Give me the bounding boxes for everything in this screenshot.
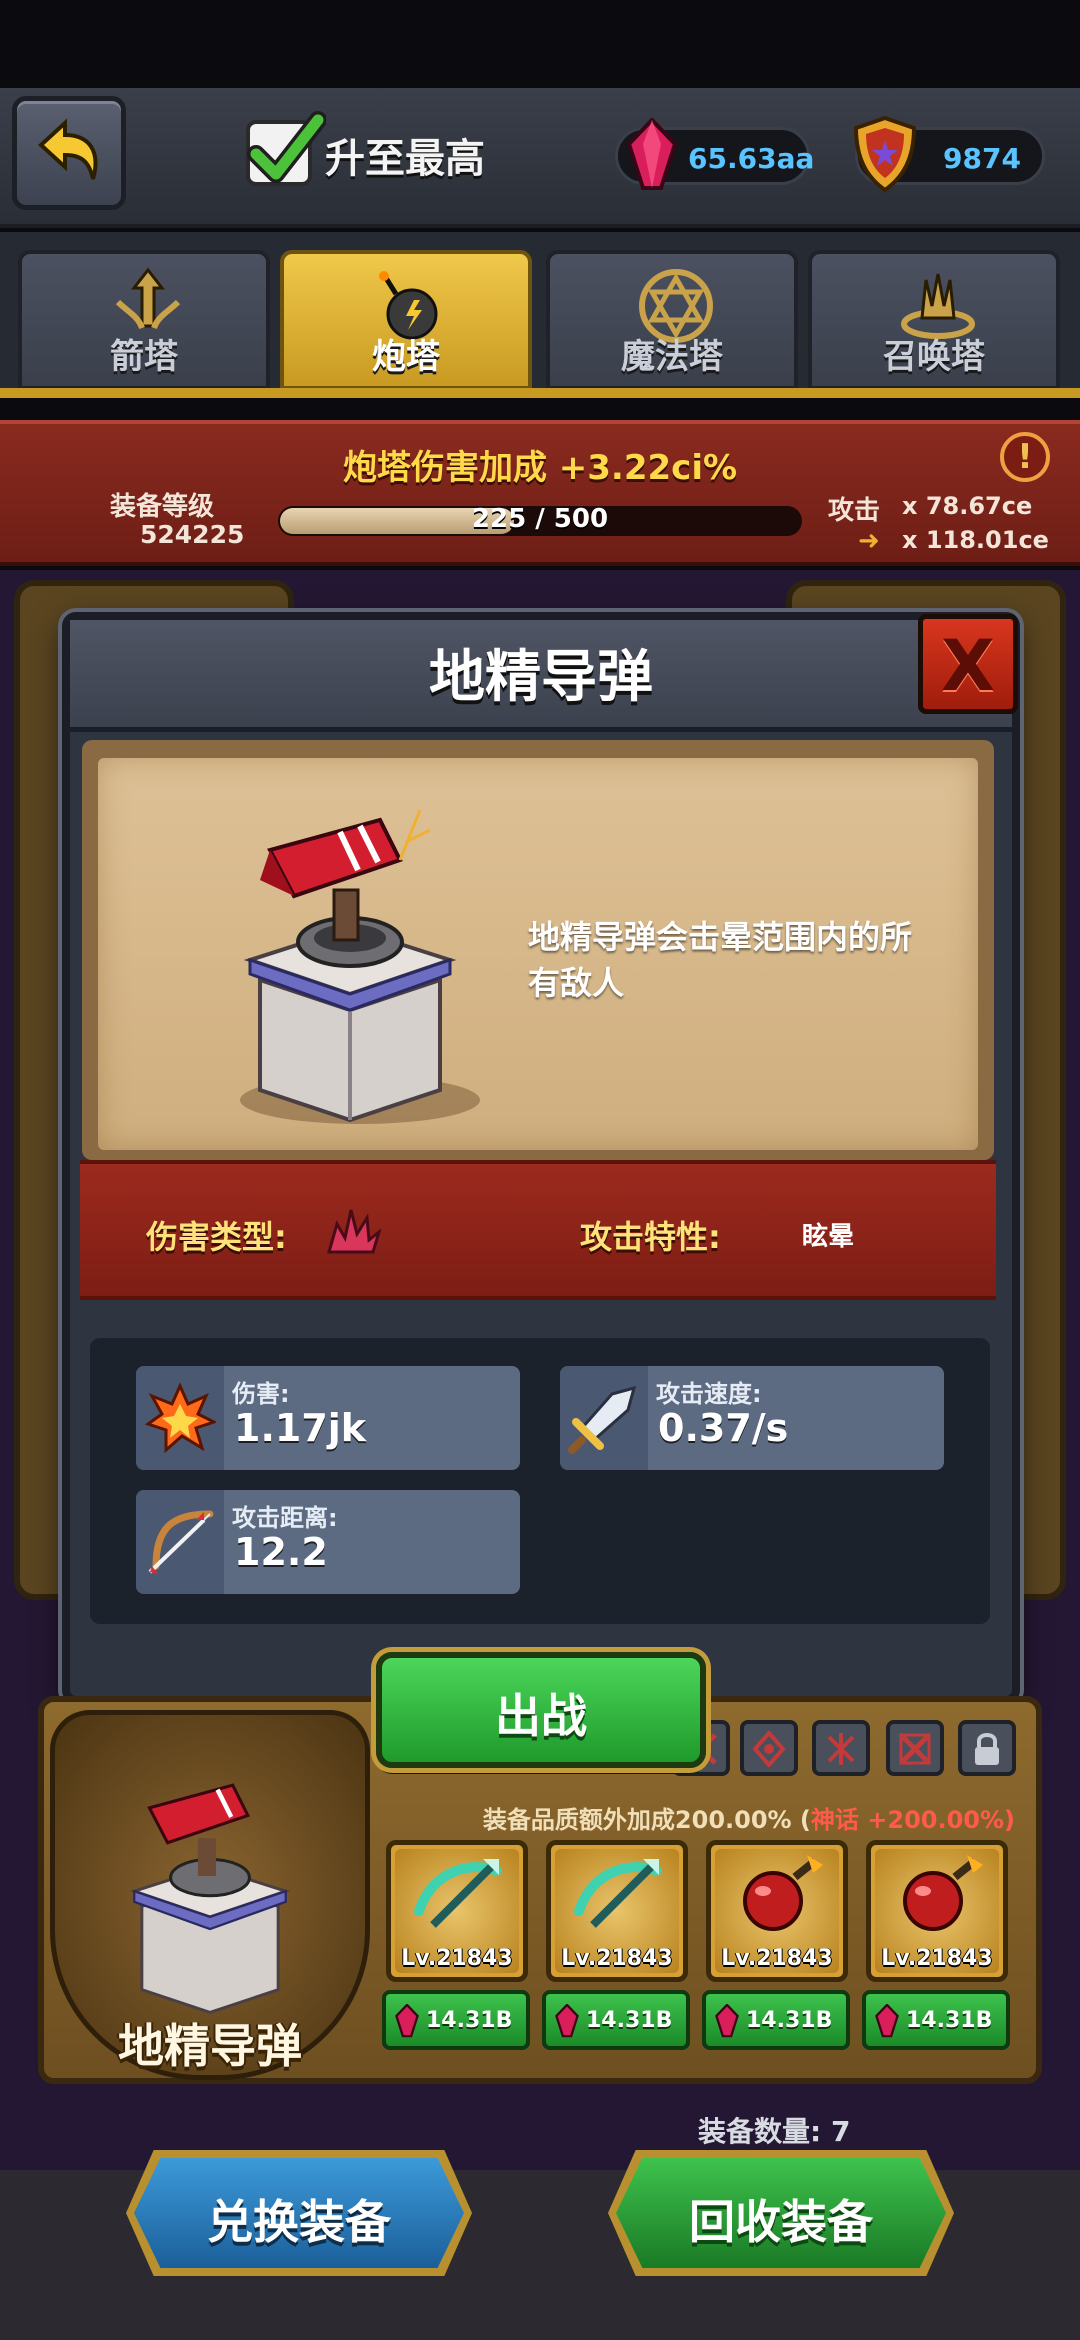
attack-next-value: x 118.01ce <box>902 526 1049 554</box>
tab-label: 炮塔 <box>372 337 440 377</box>
rune-icon <box>827 1733 855 1765</box>
price-value: 14.31B <box>906 2008 993 2033</box>
quality-bonus-text: 装备品质额外加成200.00% (神话 +200.00%) <box>375 1800 1015 1835</box>
green-crossbow-icon <box>574 1859 662 1928</box>
quality-bonus-prefix: 装备品质额外加成200.00% ( <box>482 1806 811 1834</box>
stat-icon-box <box>136 1366 224 1470</box>
bow-icon <box>148 1510 214 1574</box>
tab-magic-tower[interactable]: 魔法塔 <box>546 250 798 390</box>
stat-label: 伤害: <box>232 1380 290 1408</box>
tower-name: 地精导弹 <box>118 2019 302 2073</box>
equipment-item[interactable]: Lv.21843 <box>546 1840 688 1982</box>
stat-value: 0.37/s <box>658 1406 789 1450</box>
stat-attack-range: 攻击距离: 12.2 <box>136 1490 520 1594</box>
tower-description: 地精导弹会击晕范围内的所有敌人 <box>528 918 913 1002</box>
equipment-count: 装备数量: 7 <box>698 2115 851 2148</box>
deploy-label: 出战 <box>495 1689 587 1743</box>
recycle-label: 回收装备 <box>689 2195 873 2249</box>
price-value: 14.31B <box>426 2008 513 2033</box>
upgrade-price-button[interactable]: 14.31B <box>542 1990 690 2050</box>
rune-icon <box>752 1731 786 1767</box>
equip-level-label: 装备等级 <box>110 492 215 522</box>
rune-slot[interactable] <box>812 1720 870 1776</box>
equipment-level: Lv.21843 <box>881 1946 993 1971</box>
tab-underline <box>0 388 1080 398</box>
close-button[interactable]: X <box>918 614 1018 714</box>
upgrade-price-button[interactable]: 14.31B <box>382 1990 530 2050</box>
stat-label: 攻击距离: <box>232 1504 338 1532</box>
undo-arrow-icon <box>38 118 98 180</box>
equipment-level: Lv.21843 <box>561 1946 673 1971</box>
rune-icon <box>899 1733 931 1765</box>
stat-attack-speed: 攻击速度: 0.37/s <box>560 1366 944 1470</box>
damage-type-label: 伤害类型: <box>146 1218 287 1256</box>
locked-slot[interactable] <box>958 1720 1016 1776</box>
green-crossbow-icon <box>414 1859 502 1928</box>
shield-icon <box>853 115 917 193</box>
equipment-item[interactable]: Lv.21843 <box>386 1840 528 1982</box>
goblin-missile-tower-image <box>240 809 480 1124</box>
ruby-gem-icon <box>715 2004 739 2038</box>
ruby-gem-icon <box>395 2004 419 2038</box>
price-value: 14.31B <box>586 2008 673 2033</box>
upgrade-max-checkbox[interactable] <box>246 111 326 186</box>
tab-arrow-tower[interactable]: 箭塔 <box>18 250 270 390</box>
ruby-gem-icon <box>555 2004 579 2038</box>
quality-bonus-highlight: 神话 +200.00% <box>810 1806 1005 1834</box>
tab-label: 召唤塔 <box>883 337 985 377</box>
modal-title: 地精导弹 <box>429 645 653 710</box>
ruby-gem-icon <box>875 2004 899 2038</box>
stat-label: 攻击速度: <box>656 1380 762 1408</box>
stat-value: 12.2 <box>234 1530 328 1574</box>
sword-icon <box>568 1385 637 1454</box>
shield-amount: 9874 <box>943 142 1021 175</box>
level-progress-text: 225 / 500 <box>471 504 609 534</box>
tab-label: 魔法塔 <box>621 337 723 377</box>
ruby-gem-icon <box>626 118 678 190</box>
lock-icon <box>975 1733 999 1765</box>
goblin-missile-tower-image <box>129 1783 291 2015</box>
stat-icon-box <box>136 1490 224 1594</box>
equip-level-value: 524225 <box>140 520 245 549</box>
quality-bonus-suffix: ) <box>1004 1806 1015 1834</box>
attack-trait-label: 攻击特性: <box>580 1218 721 1256</box>
rune-slot[interactable] <box>886 1720 944 1776</box>
exchange-label: 兑换装备 <box>207 2195 391 2249</box>
exchange-equipment-button[interactable]: 兑换装备 <box>134 2158 464 2268</box>
stat-damage: 伤害: 1.17jk <box>136 1366 520 1470</box>
gem-amount: 65.63aa <box>688 142 815 175</box>
checkmark-icon <box>247 111 326 183</box>
close-icon: X <box>941 625 995 707</box>
attack-label: 攻击 <box>828 496 881 526</box>
fire-explosion-icon <box>144 1382 216 1454</box>
equipment-level: Lv.21843 <box>721 1946 833 1971</box>
explosion-damage-icon <box>327 1209 381 1254</box>
recycle-equipment-button[interactable]: 回收装备 <box>616 2158 946 2268</box>
stat-icon-box <box>560 1366 648 1470</box>
upgrade-max-label: 升至最高 <box>325 136 485 182</box>
rune-slot[interactable] <box>740 1720 798 1776</box>
stat-value: 1.17jk <box>234 1406 367 1450</box>
damage-bonus-text: 炮塔伤害加成 +3.22ci% <box>342 448 738 488</box>
tab-cannon-tower[interactable]: 炮塔 <box>280 250 532 390</box>
red-bomb-icon <box>743 1855 823 1931</box>
tab-label: 箭塔 <box>110 337 178 377</box>
attack-trait-value: 眩晕 <box>802 1222 855 1252</box>
arrow-right-icon: ➜ <box>858 526 880 556</box>
info-icon[interactable]: ! <box>1000 432 1050 482</box>
attack-value: x 78.67ce <box>902 492 1033 520</box>
equipment-item[interactable]: Lv.21843 <box>866 1840 1008 1982</box>
upgrade-price-button[interactable]: 14.31B <box>862 1990 1010 2050</box>
upgrade-price-button[interactable]: 14.31B <box>702 1990 850 2050</box>
equipment-item[interactable]: Lv.21843 <box>706 1840 848 1982</box>
back-button[interactable] <box>12 96 126 210</box>
equipment-level: Lv.21843 <box>401 1946 513 1971</box>
red-bomb-icon <box>903 1855 983 1931</box>
price-value: 14.31B <box>746 2008 833 2033</box>
tab-summon-tower[interactable]: 召唤塔 <box>808 250 1060 390</box>
deploy-button[interactable]: 出战 <box>376 1652 706 1768</box>
